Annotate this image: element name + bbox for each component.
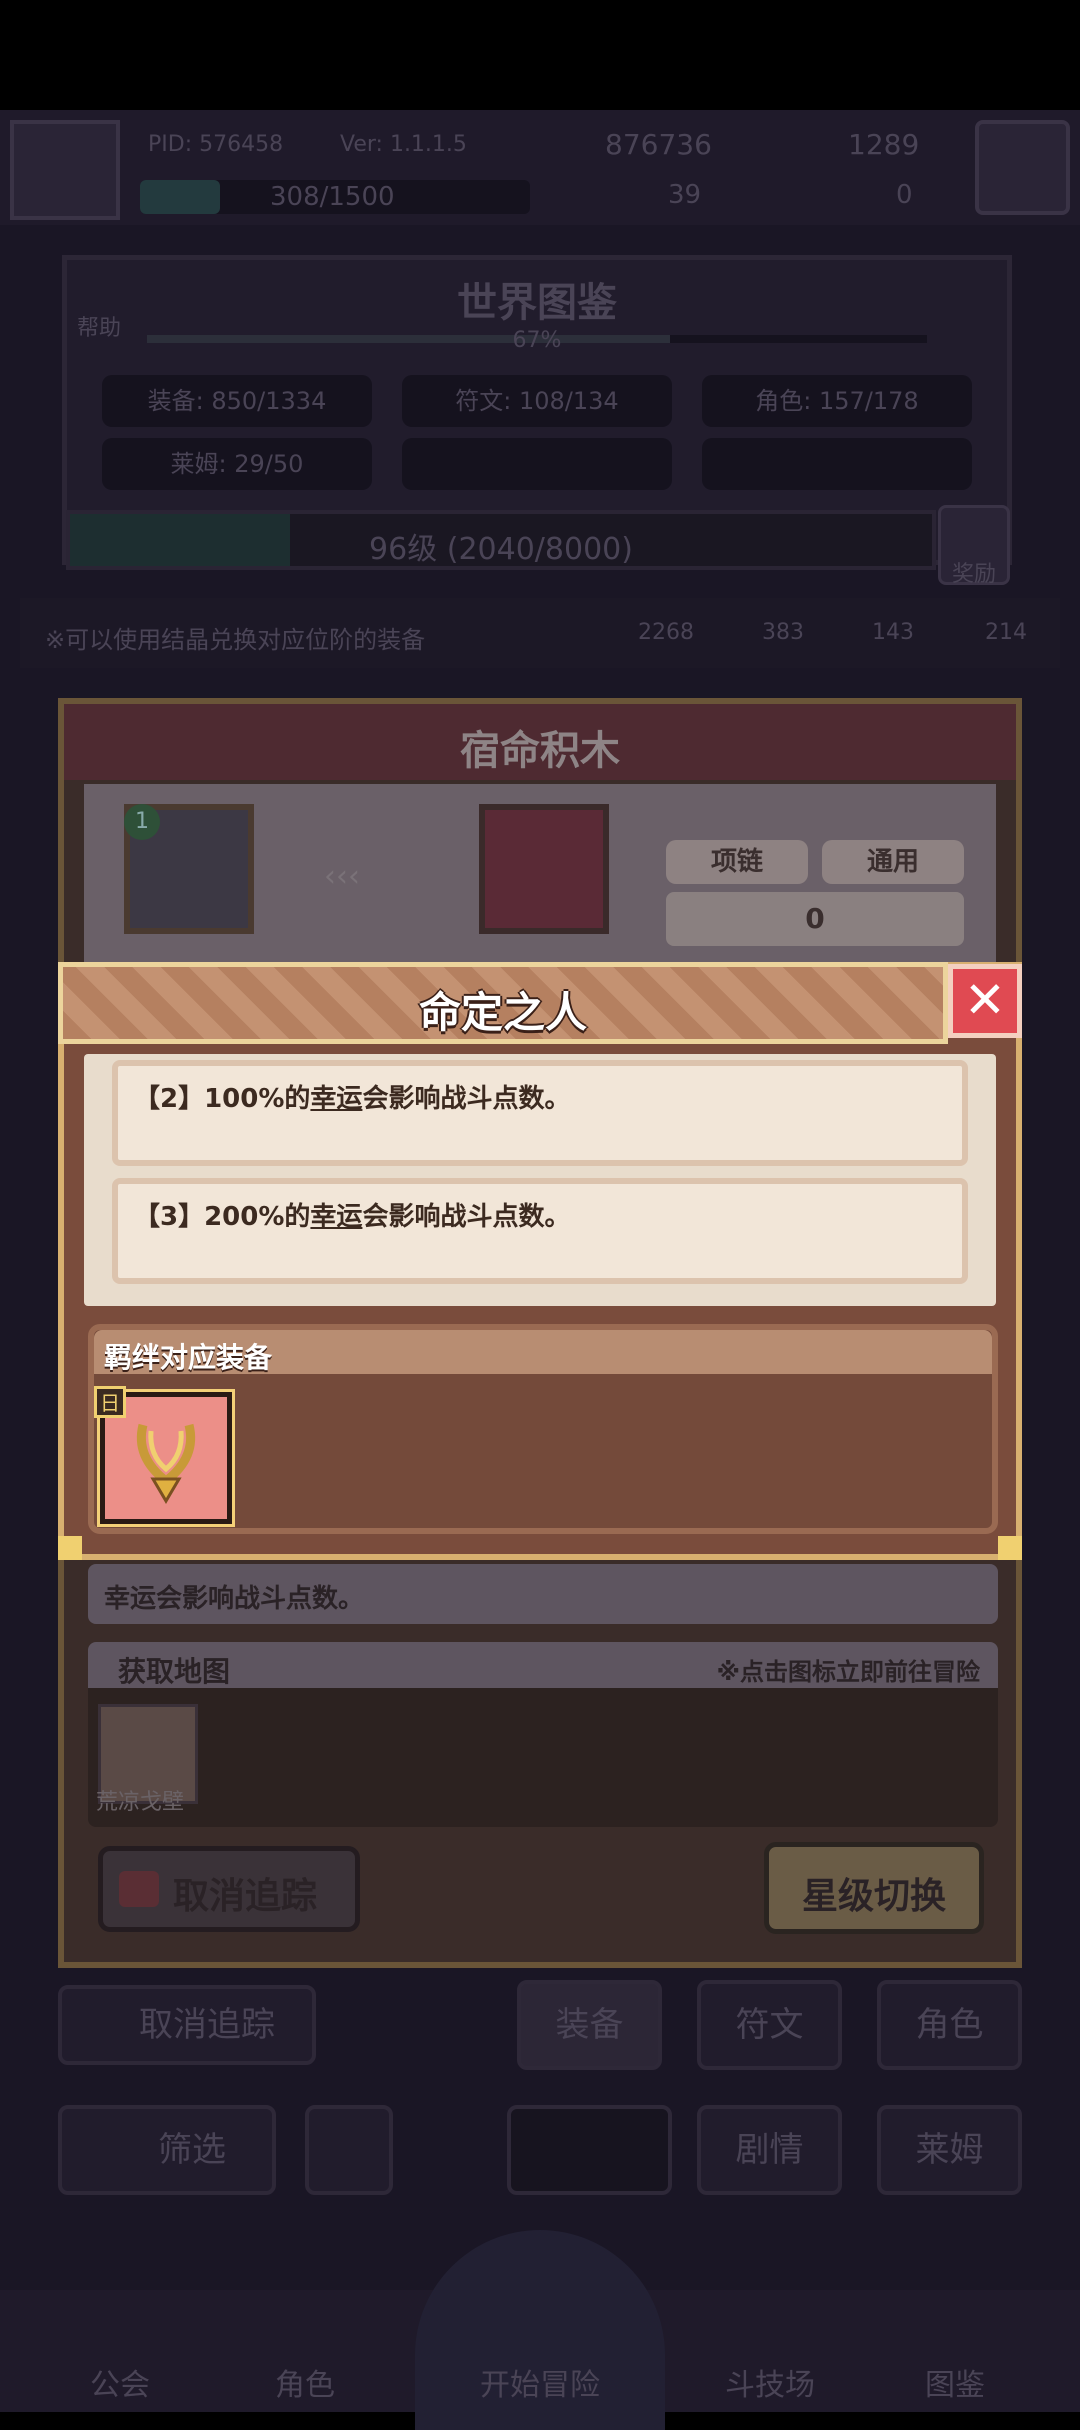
equip-section: 羁绊对应装备 日 <box>88 1324 998 1534</box>
gems-value: 1289 <box>848 128 920 161</box>
codex-title: 世界图鉴 <box>457 280 617 326</box>
pid-text: PID: 576458 <box>148 132 284 157</box>
untrack-button[interactable]: 取消追踪 <box>98 1846 360 1932</box>
keys-value: 39 <box>668 180 702 210</box>
settings-gear-icon[interactable] <box>975 120 1070 215</box>
bond-3-suffix: 会影响战斗点数。 <box>362 1202 571 1232</box>
thumbs-up-icon <box>119 1871 159 1907</box>
tab-equipment[interactable]: 装备 <box>517 1980 662 2070</box>
stat-empty-1 <box>402 438 672 490</box>
tag-type: 项链 <box>666 840 808 884</box>
close-icon: ✕ <box>964 971 1006 1029</box>
bg-untrack-label: 取消追踪 <box>139 2005 275 2045</box>
map-name: 荒凉戈壁 <box>96 1790 185 1815</box>
corner-ornament-br <box>998 1536 1022 1560</box>
bond-2-suffix: 会影响战斗点数。 <box>362 1084 571 1114</box>
bg-untrack-button[interactable]: 取消追踪 <box>58 1985 316 2065</box>
bond-2-prefix: 【2】100%的 <box>134 1084 311 1114</box>
reward-label: 奖励 <box>951 562 996 587</box>
map-hint: ※点击图标立即前往冒险 <box>716 1658 980 1686</box>
exchange-hint: ※可以使用结晶兑换对应位阶的装备 <box>45 626 426 654</box>
gold-value: 876736 <box>605 128 712 161</box>
nav-adventure[interactable]: 开始冒险 <box>400 2360 680 2404</box>
star-switch-button[interactable]: 星级切换 <box>764 1842 984 1934</box>
desc-box: 幸运会影响战斗点数。 <box>88 1564 998 1624</box>
fate-modal-title: 命定之人 <box>418 988 587 1037</box>
nav-arena[interactable]: 斗技场 <box>690 2360 850 2404</box>
map-header: 获取地图 <box>118 1655 231 1688</box>
character-level-badge: 1 <box>124 804 160 840</box>
star-switch-label: 星级切换 <box>801 1876 946 1917</box>
crystal-4-value: 214 <box>985 620 1027 645</box>
tag-general: 通用 <box>822 840 964 884</box>
stamina-bar: 308/1500 <box>140 180 530 214</box>
reward-button[interactable]: 奖励 <box>938 505 1010 587</box>
stat-slimes: 莱姆: 29/50 <box>102 438 372 490</box>
equip-grade-badge: 日 <box>94 1386 126 1418</box>
fate-modal-title-bar: 命定之人 <box>58 962 948 1044</box>
bond-card-3: 【3】200%的幸运会影响战斗点数。 <box>112 1178 968 1284</box>
stamina-fill <box>140 180 220 214</box>
bond-2-keyword[interactable]: 幸运 <box>310 1084 362 1114</box>
stat-equipment: 装备: 850/1334 <box>102 375 372 427</box>
bottom-nav: 公会 角色 开始冒险 斗技场 图鉴 <box>0 2230 1080 2430</box>
map-section: 获取地图 ※点击图标立即前往冒险 荒凉戈壁 <box>88 1642 998 1827</box>
bond-3-keyword[interactable]: 幸运 <box>310 1202 362 1232</box>
untrack-label: 取消追踪 <box>173 1876 318 1917</box>
crystal-3-value: 143 <box>872 620 914 645</box>
tab-slime[interactable]: 莱姆 <box>877 2105 1022 2195</box>
nav-codex[interactable]: 图鉴 <box>875 2360 1035 2404</box>
top-status-bar: PID: 576458 Ver: 1.1.1.5 876736 1289 308… <box>0 110 1080 225</box>
stat-runes: 符文: 108/134 <box>402 375 672 427</box>
avatar[interactable] <box>10 120 120 220</box>
corner-ornament-bl <box>58 1536 82 1560</box>
crystal-2-value: 383 <box>762 620 804 645</box>
nav-guild[interactable]: 公会 <box>40 2360 200 2404</box>
filter-button[interactable]: 筛选 <box>58 2105 276 2195</box>
desc-text: 幸运会影响战斗点数。 <box>104 1584 365 1614</box>
bond-3-prefix: 【3】200%的 <box>134 1202 311 1232</box>
tab-empty[interactable] <box>507 2105 672 2195</box>
close-button[interactable]: ✕ <box>948 964 1022 1038</box>
tickets-value: 0 <box>896 180 913 210</box>
crystal-1-value: 2268 <box>638 620 694 645</box>
bond-card-2: 【2】100%的幸运会影响战斗点数。 <box>112 1060 968 1166</box>
refresh-button[interactable] <box>305 2105 393 2195</box>
exchange-row: ※可以使用结晶兑换对应位阶的装备 2268 383 143 214 <box>20 598 1060 668</box>
item-modal-title-bar: 宿命积木 <box>64 704 1016 780</box>
bond-text-2: 【2】100%的幸运会影响战斗点数。 <box>134 1078 570 1115</box>
count-value: 0 <box>805 902 825 935</box>
bond-text-3: 【3】200%的幸运会影响战斗点数。 <box>134 1196 570 1233</box>
stat-empty-2 <box>702 438 972 490</box>
level-text: 96级 (2040/8000) <box>369 532 633 567</box>
stat-characters: 角色: 157/178 <box>702 375 972 427</box>
tab-runes[interactable]: 符文 <box>697 1980 842 2070</box>
level-bar: 96级 (2040/8000) <box>66 510 936 570</box>
count-box: 0 <box>666 892 964 946</box>
fate-modal: 命定之人 ✕ 【2】100%的幸运会影响战斗点数。 【3】200%的幸运会影响战… <box>58 962 1022 1560</box>
arrow-left-icon: ‹‹‹ <box>324 859 360 894</box>
tab-story[interactable]: 剧情 <box>697 2105 842 2195</box>
version-text: Ver: 1.1.1.5 <box>340 132 467 157</box>
codex-progress-text: 67% <box>512 328 562 353</box>
equip-header: 羁绊对应装备 <box>104 1341 273 1374</box>
item-modal-title: 宿命积木 <box>460 728 620 774</box>
stamina-value: 308/1500 <box>270 182 395 212</box>
nav-character[interactable]: 角色 <box>225 2360 385 2404</box>
necklace-slot[interactable] <box>479 804 609 934</box>
filter-label: 筛选 <box>158 2130 226 2170</box>
tab-characters[interactable]: 角色 <box>877 1980 1022 2070</box>
bonds-list: 【2】100%的幸运会影响战斗点数。 【3】200%的幸运会影响战斗点数。 <box>84 1054 996 1306</box>
